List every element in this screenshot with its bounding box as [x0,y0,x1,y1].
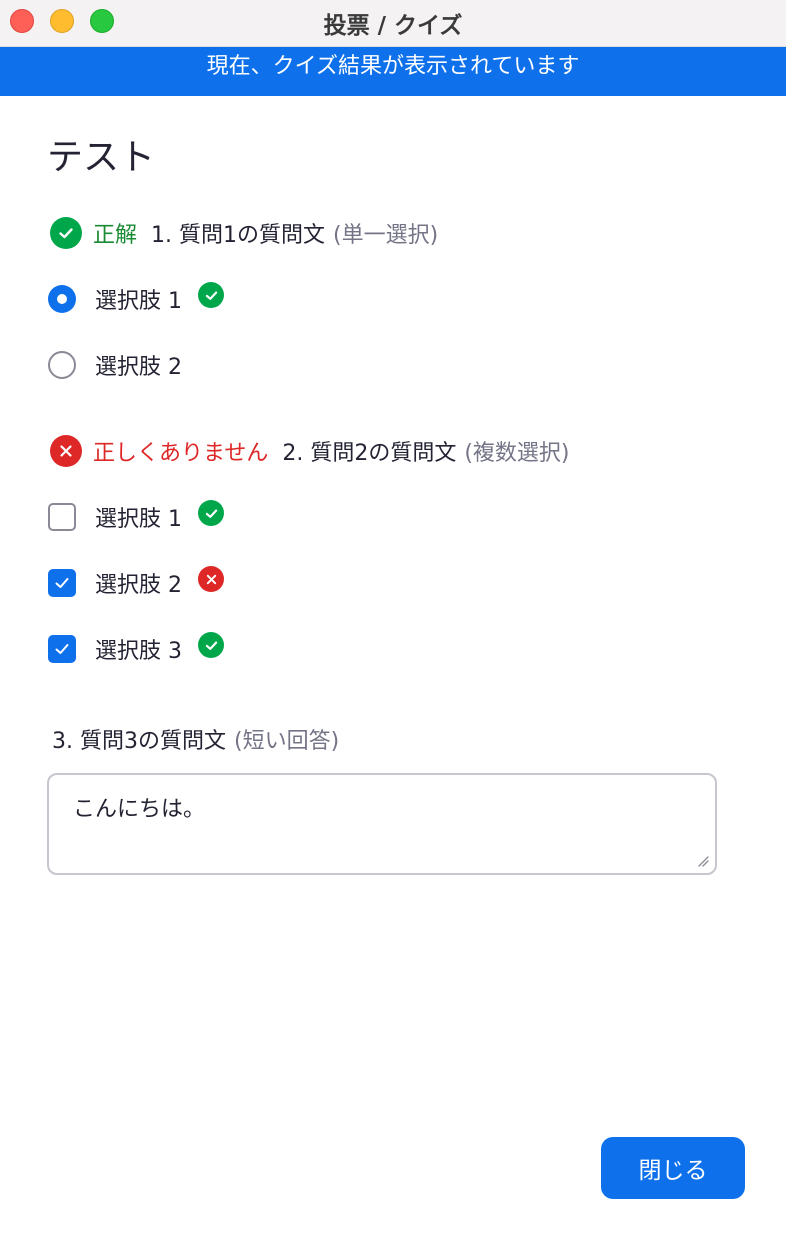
question-2-hint: (複数選択) [464,441,570,466]
option-label: 選択肢 2 [95,355,182,380]
short-answer-text: こんにちは。 [73,797,206,822]
question-3-text: 3. 質問3の質問文 [52,729,226,754]
question-3-hint: (短い回答) [233,729,340,754]
window-title: 投票 / クイズ [323,13,463,39]
question-2-status-label: 正しくありません [93,441,269,466]
option-label: 選択肢 1 [95,289,182,314]
checkbox[interactable] [48,635,76,663]
close-button[interactable]: 閉じる [601,1137,745,1199]
question-2-option-1[interactable]: 選択肢 1 [48,500,224,533]
option-label: 選択肢 3 [95,639,182,664]
radio-button[interactable] [48,285,76,313]
question-3-header: 3. 質問3の質問文 (短い回答) [52,723,339,755]
question-1-option-2[interactable]: 選択肢 2 [48,349,182,381]
checkbox[interactable] [48,569,76,597]
quiz-title: テスト [47,137,156,178]
results-banner: 現在、クイズ結果が表示されています [0,47,786,96]
option-label: 選択肢 1 [95,507,182,532]
wrong-status-icon [50,435,82,467]
question-2-option-2[interactable]: 選択肢 2 [48,566,224,599]
title-bar: 投票 / クイズ [0,0,786,47]
quiz-window: 投票 / クイズ 現在、クイズ結果が表示されています テスト 正解 1. 質問1… [0,0,786,1238]
question-1-option-1[interactable]: 選択肢 1 [48,282,224,315]
correct-answer-icon [198,500,224,526]
question-2-header: 正しくありません 2. 質問2の質問文 (複数選択) [50,435,570,467]
wrong-answer-icon [198,566,224,592]
question-2-option-3[interactable]: 選択肢 3 [48,632,224,665]
question-1-status-label: 正解 [93,223,138,248]
short-answer-field[interactable]: こんにちは。 [47,773,717,875]
correct-answer-icon [198,282,224,308]
resize-grip-icon[interactable] [697,855,709,867]
option-label: 選択肢 2 [95,573,182,598]
radio-button[interactable] [48,351,76,379]
checkmark-icon [55,578,69,588]
question-1-hint: (単一選択) [333,223,439,248]
correct-answer-icon [198,632,224,658]
correct-status-icon [50,217,82,249]
question-1-text: 1. 質問1の質問文 [151,223,325,248]
checkmark-icon [55,644,69,654]
checkbox[interactable] [48,503,76,531]
question-2-text: 2. 質問2の質問文 [282,441,457,466]
question-1-header: 正解 1. 質問1の質問文 (単一選択) [50,217,438,249]
